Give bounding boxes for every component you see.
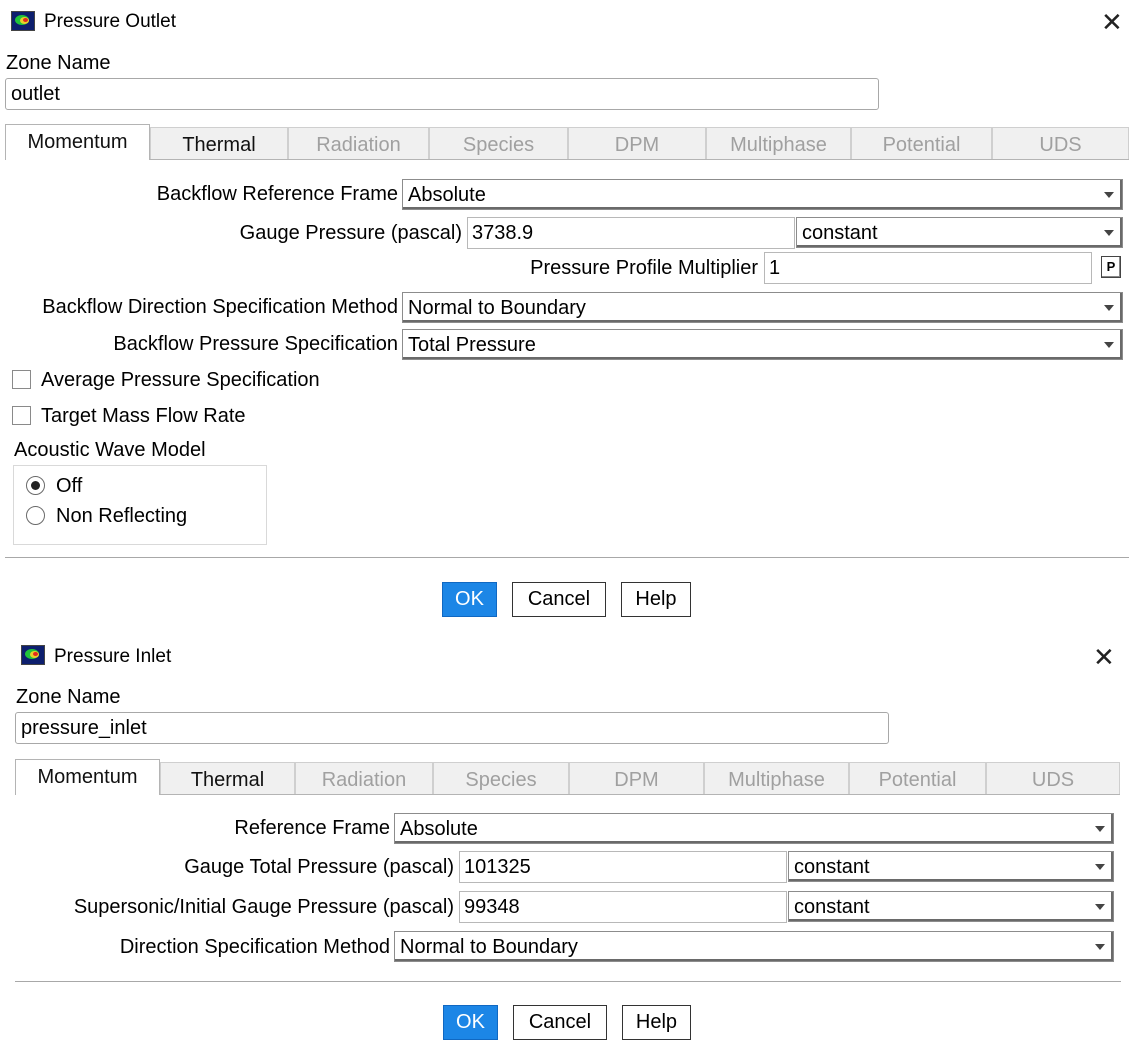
gauge-pressure-label: Gauge Pressure (pascal) [239,222,462,244]
supersonic-gauge-pressure-input[interactable]: 99348 [459,891,787,923]
chevron-down-icon [1104,230,1114,236]
chevron-down-icon [1095,864,1105,870]
direction-spec-method-label: Direction Specification Method [119,936,390,958]
average-pressure-spec-label: Average Pressure Specification [41,369,320,391]
chevron-down-icon [1104,305,1114,311]
zone-name-field[interactable]: outlet [5,78,879,110]
tab-potential: Potential [851,127,992,160]
tab-radiation: Radiation [295,762,433,795]
parameter-button[interactable]: P [1101,256,1121,278]
help-button[interactable]: Help [622,1005,691,1040]
tab-baseline [160,794,1120,795]
supersonic-gauge-pressure-method-dropdown[interactable]: constant [788,891,1114,922]
tab-momentum[interactable]: Momentum [5,124,150,160]
fluent-app-icon [11,11,35,31]
radio-off[interactable] [26,476,45,495]
radio-non-reflecting-label: Non Reflecting [56,505,188,527]
tab-multiphase: Multiphase [704,762,849,795]
gauge-total-pressure-method-dropdown[interactable]: constant [788,851,1114,882]
chevron-down-icon [1104,342,1114,348]
backflow-reference-frame-label: Backflow Reference Frame [156,183,398,205]
acoustic-wave-model-label: Acoustic Wave Model [14,439,206,461]
gauge-pressure-method-dropdown[interactable]: constant [796,217,1123,248]
cancel-button[interactable]: Cancel [512,582,606,617]
tab-baseline [150,159,1129,160]
pressure-profile-multiplier-label: Pressure Profile Multiplier [530,257,758,279]
chevron-down-icon [1095,826,1105,832]
tab-thermal[interactable]: Thermal [150,127,288,160]
backflow-direction-method-value: Normal to Boundary [408,297,586,319]
tab-momentum[interactable]: Momentum [15,759,160,795]
tab-uds: UDS [986,762,1120,795]
help-button[interactable]: Help [621,582,691,617]
gauge-total-pressure-method-value: constant [794,856,870,878]
supersonic-gauge-pressure-method-value: constant [794,896,870,918]
backflow-reference-frame-value: Absolute [408,184,486,206]
ok-button[interactable]: OK [442,582,497,617]
tab-dpm: DPM [568,127,706,160]
tab-thermal[interactable]: Thermal [160,762,295,795]
backflow-pressure-spec-dropdown[interactable]: Total Pressure [402,329,1123,360]
chevron-down-icon [1095,904,1105,910]
direction-spec-method-value: Normal to Boundary [400,936,578,958]
supersonic-gauge-pressure-label: Supersonic/Initial Gauge Pressure (pasca… [73,896,454,918]
reference-frame-label: Reference Frame [234,817,390,839]
close-icon[interactable]: ✕ [1101,9,1123,35]
target-mass-flow-rate-label: Target Mass Flow Rate [41,405,246,427]
zone-name-label: Zone Name [16,686,121,708]
gauge-total-pressure-label: Gauge Total Pressure (pascal) [184,856,454,878]
reference-frame-dropdown[interactable]: Absolute [394,813,1114,844]
backflow-direction-method-dropdown[interactable]: Normal to Boundary [402,292,1123,323]
gauge-pressure-input[interactable]: 3738.9 [467,217,795,249]
backflow-reference-frame-dropdown[interactable]: Absolute [402,179,1123,210]
backflow-pressure-spec-label: Backflow Pressure Specification [113,333,398,355]
tab-radiation: Radiation [288,127,429,160]
tab-potential: Potential [849,762,986,795]
chevron-down-icon [1095,944,1105,950]
zone-name-field[interactable]: pressure_inlet [15,712,889,744]
average-pressure-spec-checkbox[interactable] [12,370,31,389]
ok-button[interactable]: OK [443,1005,498,1040]
tab-dpm: DPM [569,762,704,795]
radio-non-reflecting[interactable] [26,506,45,525]
separator [5,557,1129,558]
target-mass-flow-rate-checkbox[interactable] [12,406,31,425]
zone-name-label: Zone Name [6,52,111,74]
gauge-total-pressure-input[interactable]: 101325 [459,851,787,883]
tab-uds: UDS [992,127,1129,160]
radio-off-label: Off [56,475,83,497]
window-title: Pressure Outlet [44,11,176,32]
pressure-profile-multiplier-input[interactable]: 1 [764,252,1092,284]
tab-multiphase: Multiphase [706,127,851,160]
cancel-button[interactable]: Cancel [513,1005,607,1040]
tab-species: Species [433,762,569,795]
chevron-down-icon [1104,192,1114,198]
window-title: Pressure Inlet [54,646,172,667]
separator [15,981,1121,982]
gauge-pressure-method-value: constant [802,222,878,244]
fluent-app-icon [21,645,45,665]
tab-species: Species [429,127,568,160]
direction-spec-method-dropdown[interactable]: Normal to Boundary [394,931,1114,962]
backflow-direction-method-label: Backflow Direction Specification Method [42,296,398,318]
close-icon[interactable]: ✕ [1093,644,1115,670]
reference-frame-value: Absolute [400,818,478,840]
backflow-pressure-spec-value: Total Pressure [408,334,536,356]
